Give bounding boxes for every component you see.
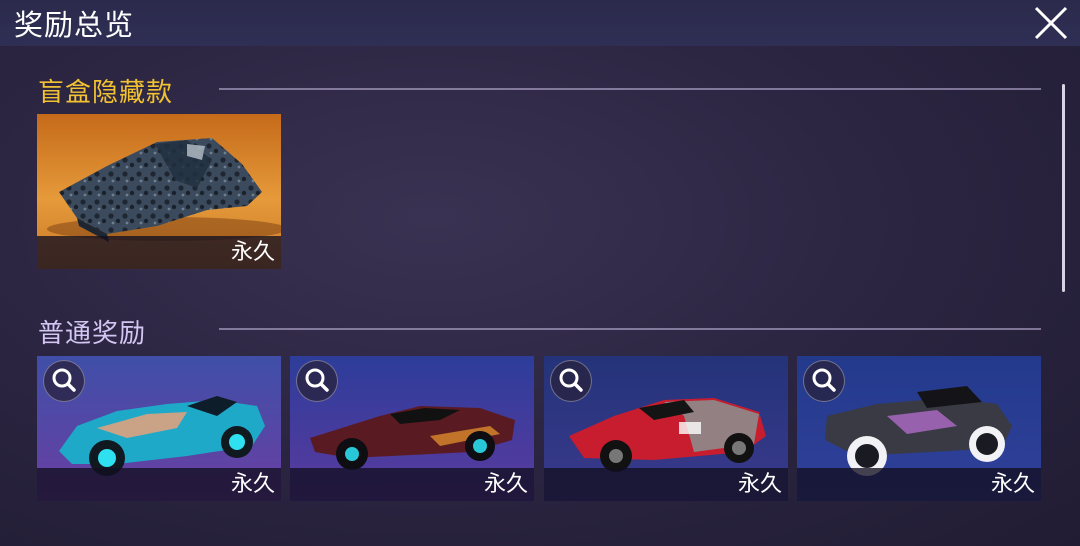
close-button[interactable] [1031,4,1071,42]
section-divider [219,88,1041,90]
duration-label: 永久 [737,472,782,497]
close-icon [1034,6,1068,40]
duration-label: 永久 [230,472,275,497]
scrollbar[interactable] [1062,84,1065,292]
zoom-button[interactable] [803,360,845,402]
section-title-normal: 普通奖励 [38,319,147,349]
reward-card-1[interactable]: 永久 [37,356,281,501]
reward-card-4[interactable]: 永久 [797,356,1041,501]
reward-card-3[interactable]: 永久 [544,356,788,501]
magnifier-icon [52,368,76,392]
duration-label: 永久 [230,240,275,265]
duration-label: 永久 [483,472,528,497]
zoom-button[interactable] [43,360,85,402]
magnifier-icon [812,368,836,392]
zoom-button[interactable] [550,360,592,402]
reward-card-hidden[interactable]: 永久 [37,114,281,269]
section-divider [219,328,1041,330]
duration-label: 永久 [990,472,1035,497]
magnifier-icon [305,368,329,392]
reward-card-2[interactable]: 永久 [290,356,534,501]
zoom-button[interactable] [296,360,338,402]
page-title: 奖励总览 [14,8,135,42]
section-title-hidden: 盲盒隐藏款 [38,78,174,108]
magnifier-icon [559,368,583,392]
top-bar: 奖励总览 [0,0,1080,46]
